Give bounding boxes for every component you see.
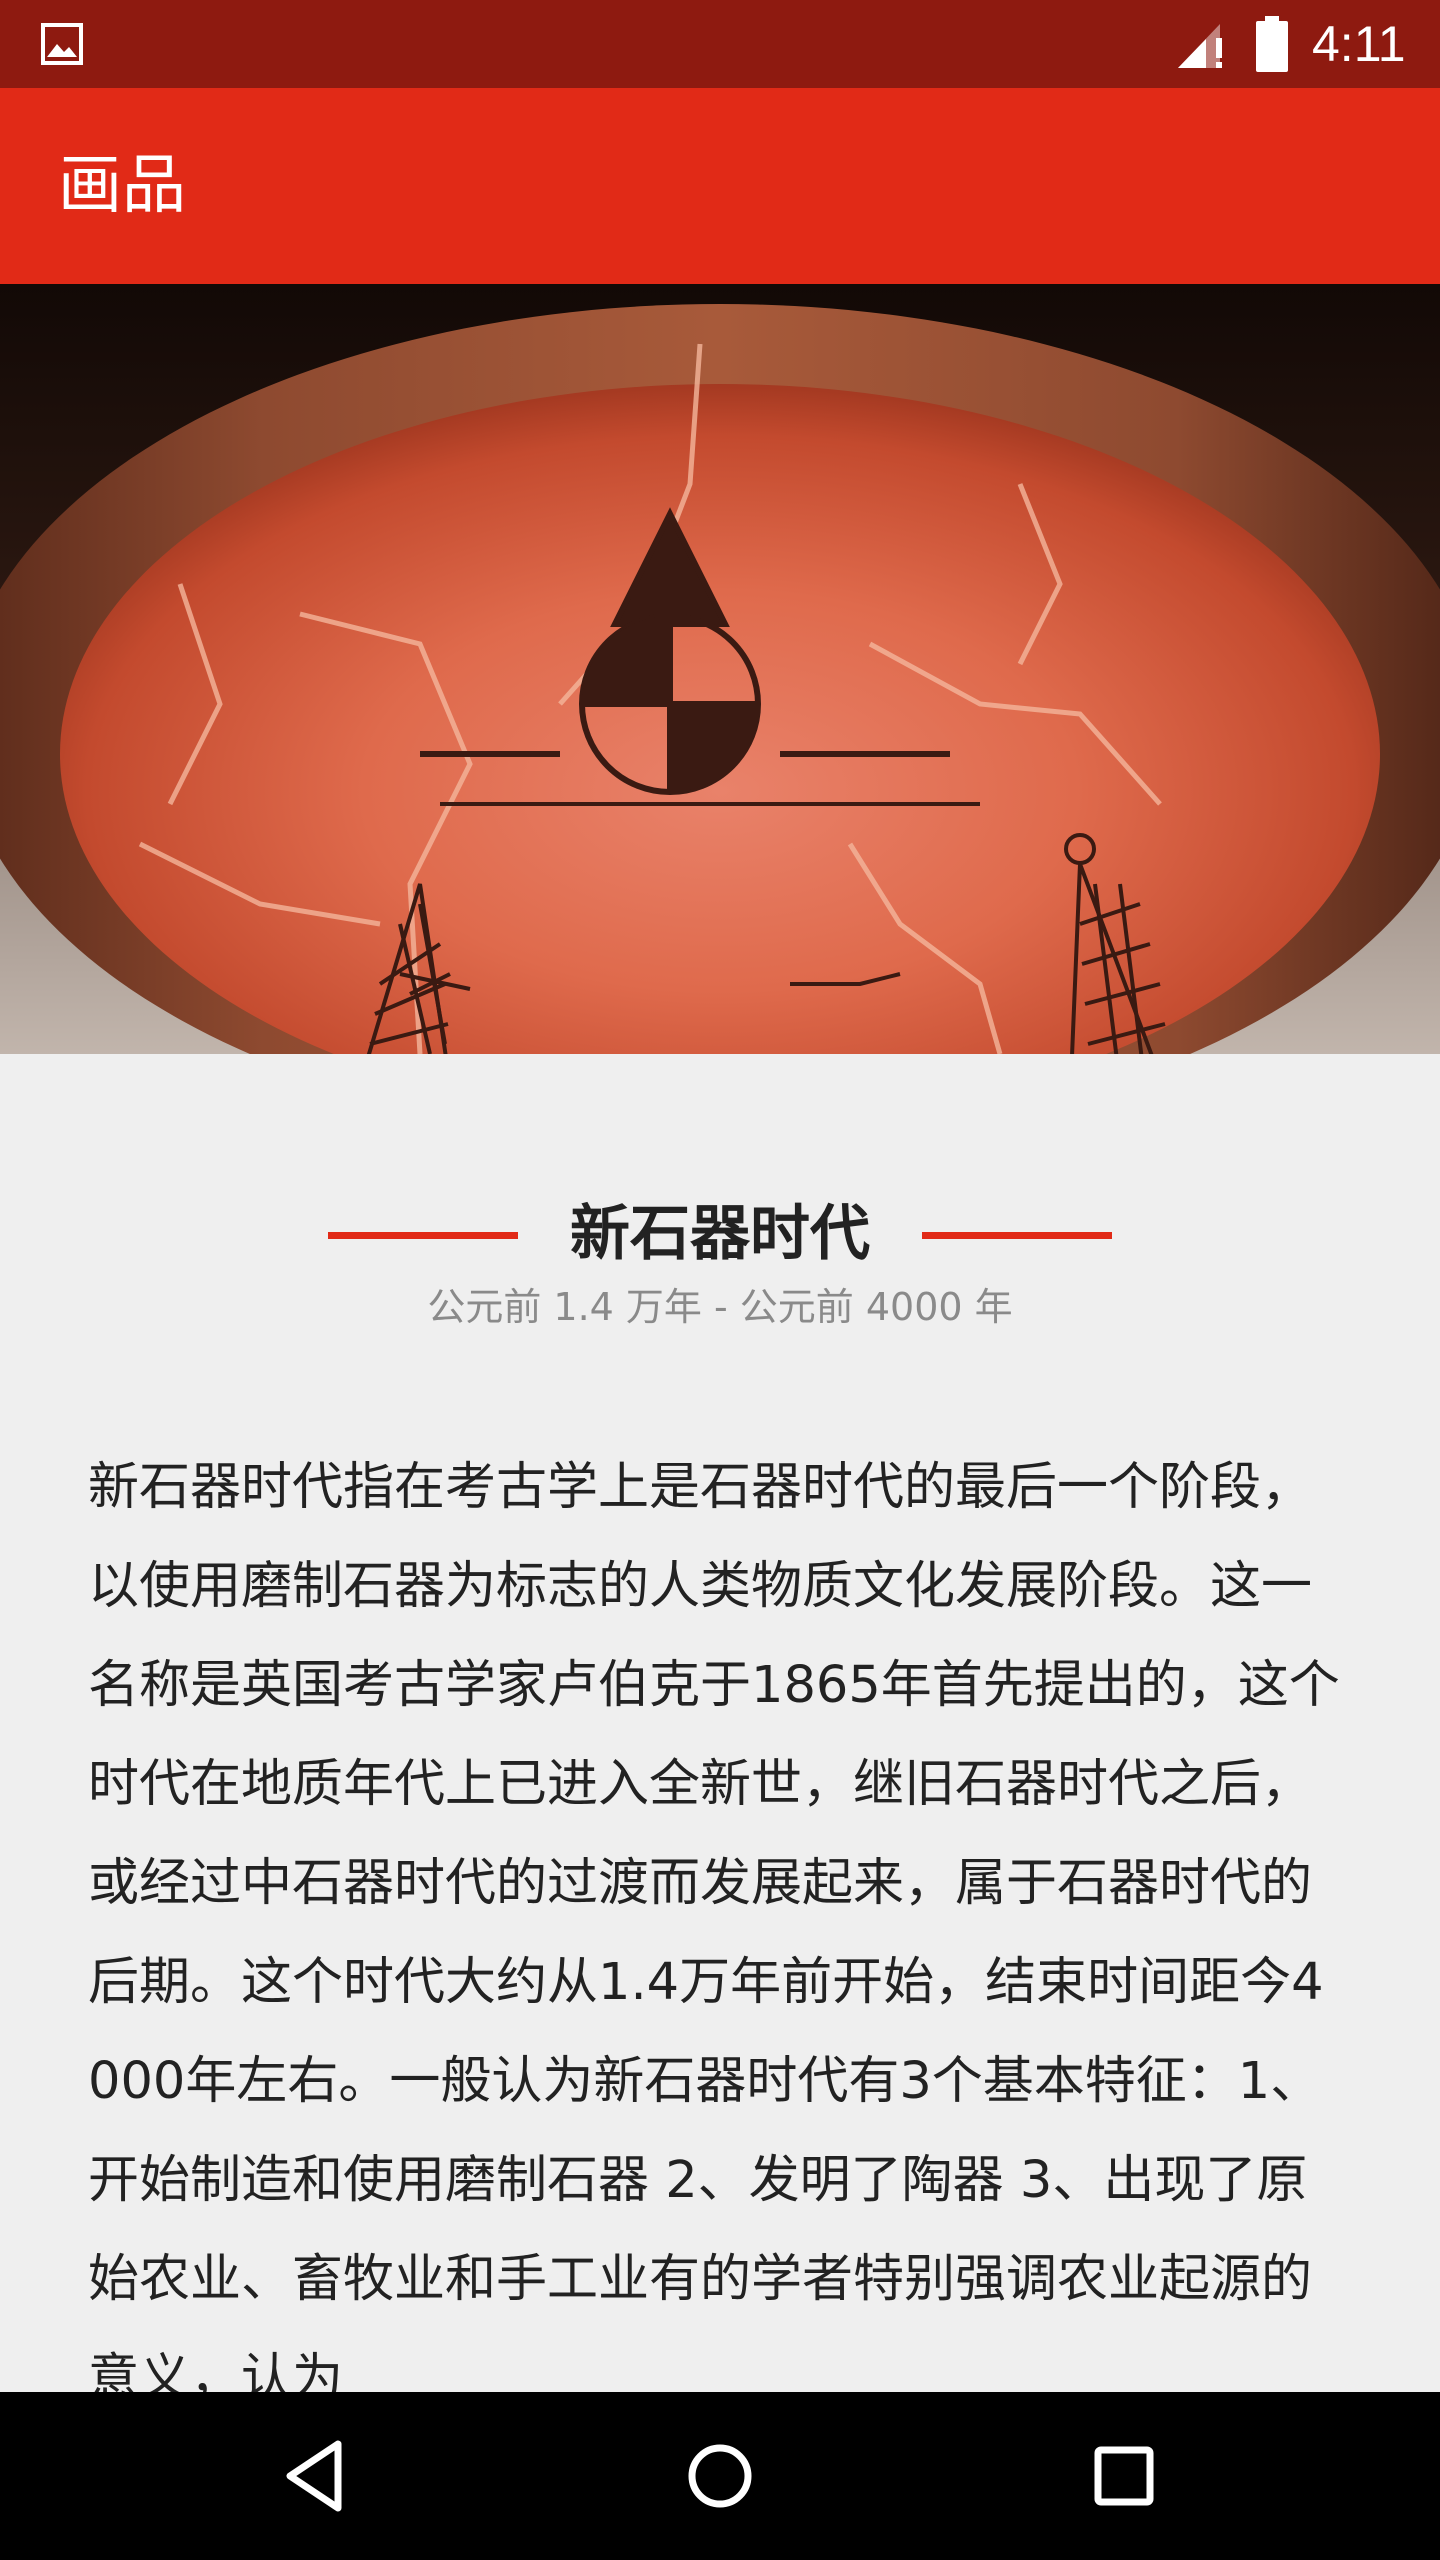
- gallery-icon: [41, 23, 83, 65]
- article-period: 公元前 1.4 万年 - 公元前 4000 年: [427, 1285, 1013, 1329]
- home-icon[interactable]: [670, 2426, 770, 2526]
- app-title: 画品: [58, 149, 186, 223]
- article-content: 新石器时代 公元前 1.4 万年 - 公元前 4000 年 新石器时代指在考古学…: [0, 1054, 1440, 2392]
- painted-pottery-bowl-image: [0, 284, 1440, 1054]
- back-icon[interactable]: [266, 2426, 366, 2526]
- app-bar: 画品: [0, 88, 1440, 284]
- article-body: 新石器时代指在考古学上是石器时代的最后一个阶段，以使用磨制石器为标志的人类物质文…: [88, 1458, 1340, 2392]
- hero-image: [0, 284, 1440, 1054]
- signal-icon: [1178, 24, 1222, 68]
- status-bar: 4:11: [0, 0, 1440, 88]
- status-time: 4:11: [1312, 16, 1406, 72]
- heading-divider-left: [328, 1232, 518, 1239]
- battery-icon: [1256, 16, 1288, 72]
- heading-divider-right: [922, 1232, 1112, 1239]
- navigation-bar: [0, 2392, 1440, 2560]
- article-heading-row: 新石器时代: [0, 1194, 1440, 1274]
- recents-icon[interactable]: [1074, 2426, 1174, 2526]
- article-title: 新石器时代: [570, 1199, 870, 1269]
